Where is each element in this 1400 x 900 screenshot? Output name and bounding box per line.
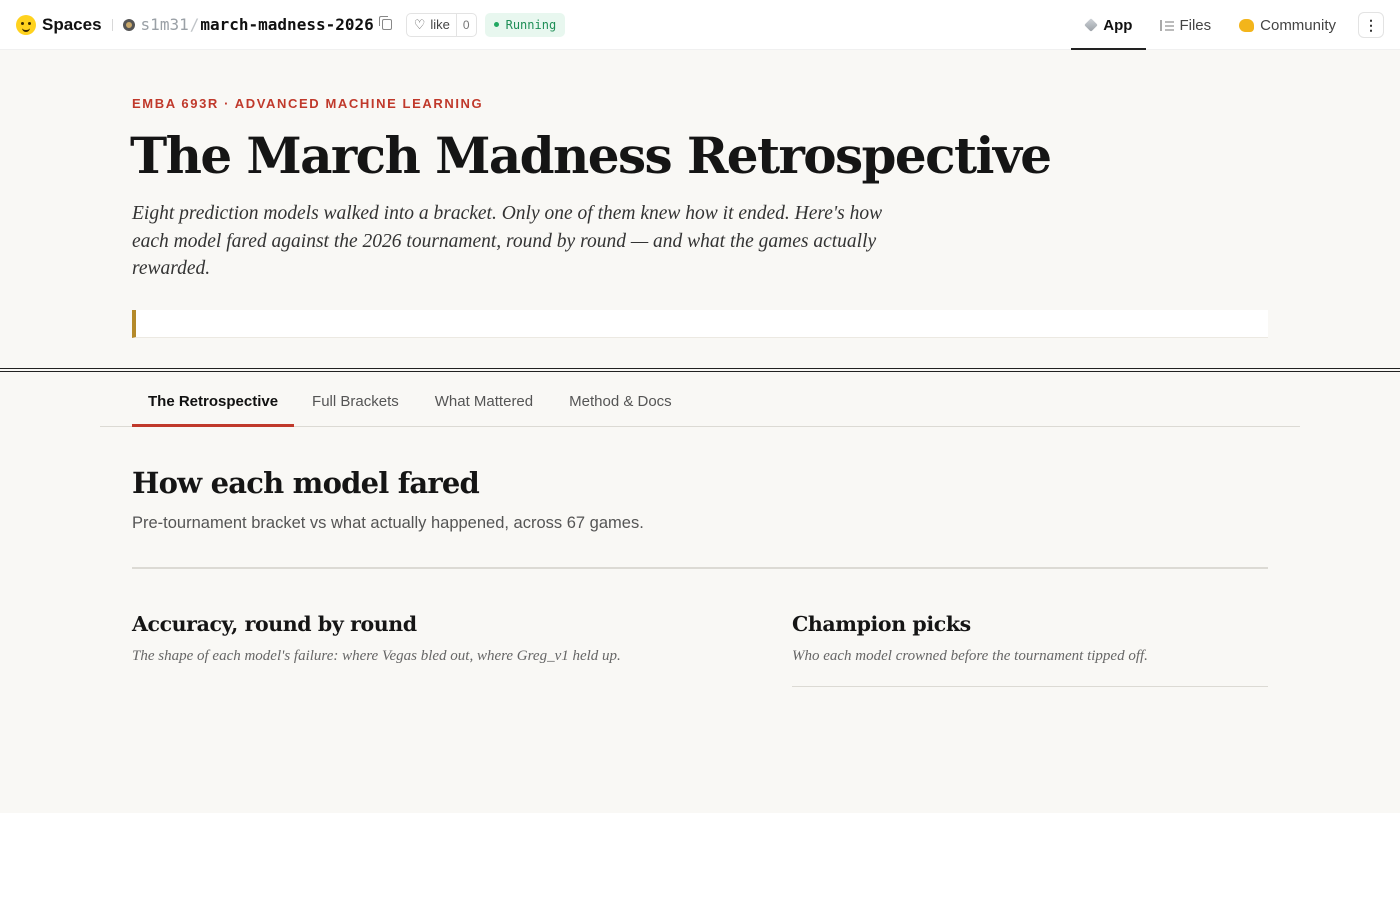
champion-panel-title: Champion picks	[792, 612, 971, 636]
owner-link[interactable]: s1m31	[141, 15, 189, 34]
more-options-button[interactable]: ⋮	[1358, 12, 1384, 38]
nav-tab-app[interactable]: App	[1071, 0, 1147, 50]
brand-name: Spaces	[42, 14, 102, 34]
section-rule	[132, 567, 1268, 569]
copy-icon[interactable]	[378, 16, 392, 30]
like-button[interactable]: ♡ like 0	[405, 12, 477, 37]
callout-box	[132, 310, 1268, 338]
accuracy-panel-subtitle: The shape of each model's failure: where…	[132, 648, 621, 664]
like-label: like	[430, 17, 450, 32]
nav-tab-files[interactable]: Files	[1146, 0, 1225, 50]
page-lede: Eight prediction models walked into a br…	[132, 203, 883, 279]
repo-name-link[interactable]: march-madness-2026	[200, 15, 373, 34]
path-separator: /	[189, 15, 200, 34]
section-title: How each model fared	[132, 466, 480, 500]
section-subtitle: Pre-tournament bracket vs what actually …	[132, 514, 644, 532]
champion-panel-rule	[792, 686, 1268, 687]
community-icon	[1239, 18, 1255, 32]
status-dot-icon	[493, 22, 499, 27]
page-title: The March Madness Retrospective	[130, 126, 1052, 185]
tab-method-docs[interactable]: Method & Docs	[551, 376, 690, 426]
like-count[interactable]: 0	[455, 13, 476, 36]
files-icon	[1160, 19, 1175, 31]
hugging-face-logo-icon	[16, 14, 36, 35]
space-nav: App Files Community ⋮	[1071, 0, 1400, 50]
top-bar: Spaces s1m31 / march-madness-2026 ♡ like…	[0, 0, 1400, 50]
status-label: Running	[505, 17, 557, 32]
status-badge: Running	[484, 12, 566, 37]
section-divider	[0, 368, 1400, 372]
nav-tab-files-label: Files	[1179, 16, 1212, 34]
divider	[111, 18, 113, 31]
course-eyebrow: EMBA 693R · ADVANCED MACHINE LEARNING	[132, 96, 484, 111]
accuracy-panel-title: Accuracy, round by round	[132, 612, 417, 636]
nav-tab-community[interactable]: Community	[1225, 0, 1350, 50]
nav-tab-community-label: Community	[1260, 16, 1336, 34]
spaces-brand[interactable]: Spaces	[16, 14, 102, 35]
champion-panel-subtitle: Who each model crowned before the tourna…	[792, 648, 1148, 664]
owner-avatar[interactable]	[122, 18, 135, 31]
heart-icon: ♡	[413, 16, 426, 32]
content-tabs: The Retrospective Full Brackets What Mat…	[100, 376, 1300, 427]
tab-full-brackets[interactable]: Full Brackets	[294, 376, 417, 426]
tab-what-mattered[interactable]: What Mattered	[417, 376, 551, 426]
app-frame: EMBA 693R · ADVANCED MACHINE LEARNING Th…	[0, 50, 1400, 813]
tab-retrospective[interactable]: The Retrospective	[132, 376, 295, 427]
cube-icon	[1084, 18, 1099, 32]
kebab-menu-icon: ⋮	[1364, 16, 1378, 33]
nav-tab-app-label: App	[1103, 16, 1133, 34]
